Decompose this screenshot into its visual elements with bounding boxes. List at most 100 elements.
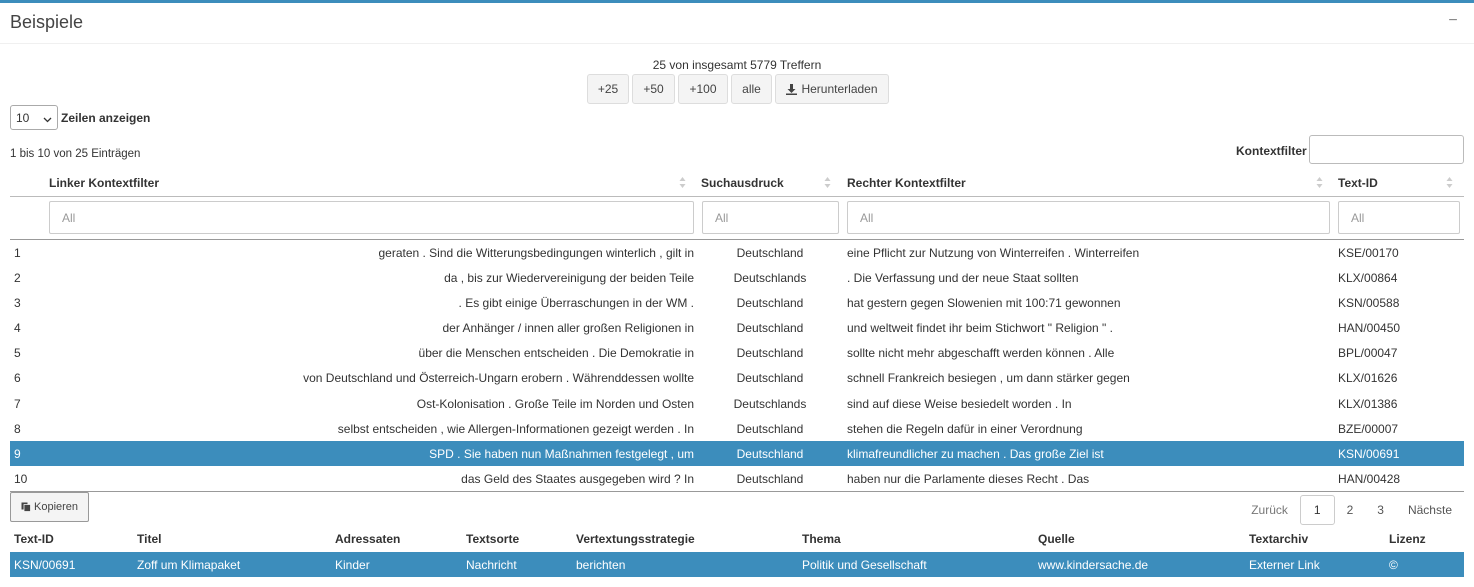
text-id-cell: BPL/00047 — [1338, 346, 1398, 361]
filter-keyword[interactable]: All — [702, 201, 839, 234]
right-context-cell: hat gestern gegen Slowenien mit 100:71 g… — [847, 296, 1121, 311]
left-context-cell: . Es gibt einige Überraschungen in der W… — [458, 296, 694, 311]
table-row[interactable]: 10 das Geld des Staates ausgegeben wird ?… — [10, 466, 1464, 491]
right-context-cell: stehen die Regeln dafür in einer Verordn… — [847, 421, 1083, 436]
meta-text-id: KSN/00691 — [14, 558, 76, 572]
right-context-cell: sind auf diese Weise besiedelt worden . … — [847, 396, 1072, 411]
pagination-page-2[interactable]: 2 — [1335, 495, 1366, 525]
text-id-cell: KLX/01386 — [1338, 396, 1398, 411]
meta-type: Nachricht — [466, 558, 517, 572]
left-context-cell: der Anhänger / innen aller großen Religi… — [442, 321, 694, 336]
filter-text-id[interactable]: All — [1338, 201, 1460, 234]
meta-header-archive: Textarchiv — [1249, 532, 1309, 546]
row-number: 6 — [14, 371, 21, 386]
row-number: 10 — [14, 471, 28, 486]
row-number: 8 — [14, 421, 21, 436]
download-label: Herunterladen — [801, 82, 878, 96]
meta-header-topic: Thema — [802, 532, 841, 546]
header-keyword[interactable]: Suchausdruck — [701, 176, 784, 190]
page-length-select[interactable]: 10 — [10, 105, 58, 130]
sort-icon[interactable] — [679, 175, 686, 190]
meta-title: Zoff um Klimapaket — [137, 558, 241, 572]
examples-panel: Beispiele − 25 von insgesamt 5779 Treffe… — [0, 0, 1474, 587]
meta-archive-link[interactable]: Externer Link — [1249, 558, 1320, 572]
row-number: 2 — [14, 271, 21, 286]
filter-left-context[interactable]: All — [49, 201, 694, 234]
table-row[interactable]: 5 über die Menschen entscheiden . Die Dem… — [10, 340, 1464, 365]
keyword-cell: Deutschland — [736, 246, 804, 260]
meta-header-license: Lizenz — [1389, 532, 1426, 546]
left-context-cell: SPD . Sie haben nun Maßnahmen festgelegt… — [429, 446, 694, 461]
filter-right-context[interactable]: All — [847, 201, 1330, 234]
text-id-cell: HAN/00450 — [1338, 321, 1401, 336]
table-row[interactable]: 4 der Anhänger / innen aller großen Relig… — [10, 315, 1464, 340]
meta-header-text-id: Text-ID — [14, 532, 54, 546]
right-context-cell: eine Pflicht zur Nutzung von Winterreife… — [847, 246, 1140, 260]
meta-header-source: Quelle — [1038, 532, 1075, 546]
keyword-cell: Deutschland — [736, 446, 804, 461]
metadata-row[interactable]: KSN/00691 Zoff um Klimapaket Kinder Nach… — [10, 552, 1464, 577]
load-more-group: +25 +50 +100 alle Herunterladen — [587, 74, 889, 104]
page-length-value: 10 — [16, 110, 30, 125]
sort-icon[interactable] — [1446, 175, 1453, 190]
load-all-button[interactable]: alle — [731, 74, 772, 104]
table-bottom-border — [10, 491, 1464, 492]
text-id-cell: KSE/00170 — [1338, 246, 1399, 260]
copy-button[interactable]: Kopieren — [10, 492, 90, 522]
minus-icon[interactable]: − — [1446, 11, 1460, 31]
copy-icon — [21, 502, 31, 512]
left-context-cell: Ost-Kolonisation . Große Teile im Norden… — [416, 396, 694, 411]
download-button[interactable]: Herunterladen — [775, 74, 889, 104]
text-id-cell: KSN/00588 — [1338, 296, 1400, 311]
keyword-cell: Deutschland — [736, 471, 804, 486]
pagination-next[interactable]: Nächste — [1396, 495, 1464, 525]
right-context-cell: haben nur die Parlamente dieses Recht . … — [847, 471, 1090, 486]
keyword-cell: Deutschland — [736, 296, 804, 311]
keyword-cell: Deutschland — [736, 421, 804, 436]
meta-source-link[interactable]: www.kindersache.de — [1038, 558, 1148, 572]
header-text-id[interactable]: Text-ID — [1338, 176, 1378, 190]
results-table-body: 1 geraten . Sind die Witterungsbedingunge… — [10, 240, 1464, 491]
text-id-cell: KLX/01626 — [1338, 371, 1398, 386]
right-context-cell: und weltweit findet ihr beim Stichwort "… — [847, 321, 1113, 336]
meta-license: © — [1389, 558, 1398, 572]
row-number: 3 — [14, 296, 21, 311]
table-row[interactable]: 7 Ost-Kolonisation . Große Teile im Norde… — [10, 391, 1464, 416]
sort-icon[interactable] — [824, 175, 831, 190]
row-number: 7 — [14, 396, 21, 411]
metadata-header: Text-ID Titel Adressaten Textsorte Verte… — [10, 528, 1464, 550]
keyword-cell: Deutschland — [736, 346, 804, 361]
table-row[interactable]: 6 von Deutschland und Österreich-Ungarn e… — [10, 365, 1464, 390]
hits-summary: 25 von insgesamt 5779 Treffern — [652, 58, 822, 72]
table-row[interactable]: 2 da , bis zur Wiedervereinigung der beid… — [10, 265, 1464, 290]
header-left-context[interactable]: Linker Kontextfilter — [49, 176, 159, 190]
pagination: Zurück 1 2 3 Nächste — [1239, 495, 1464, 525]
load-50-button[interactable]: +50 — [632, 74, 675, 104]
table-row[interactable]: 1 geraten . Sind die Witterungsbedingunge… — [10, 240, 1464, 265]
table-row[interactable]: 8 selbst entscheiden , wie Allergen-Infor… — [10, 416, 1464, 441]
meta-strategy: berichten — [576, 558, 626, 572]
left-context-cell: geraten . Sind die Witterungsbedingungen… — [378, 246, 694, 260]
meta-topic: Politik und Gesellschaft — [802, 558, 927, 572]
keyword-cell: Deutschland — [736, 321, 804, 336]
copy-label: Kopieren — [34, 501, 79, 513]
pagination-prev[interactable]: Zurück — [1239, 495, 1300, 525]
row-number: 1 — [14, 246, 21, 260]
left-context-cell: selbst entscheiden , wie Allergen-Inform… — [337, 421, 694, 436]
row-number: 4 — [14, 321, 21, 336]
context-filter-label: Kontextfilter — [1236, 144, 1307, 158]
right-context-cell: . Die Verfassung und der neue Staat soll… — [847, 271, 1079, 286]
header-right-context[interactable]: Rechter Kontextfilter — [847, 176, 966, 190]
table-row[interactable]: 3 . Es gibt einige Überraschungen in der … — [10, 290, 1464, 315]
meta-header-audience: Adressaten — [335, 532, 401, 546]
sort-icon[interactable] — [1316, 175, 1323, 190]
load-25-button[interactable]: +25 — [587, 74, 629, 104]
meta-header-type: Textsorte — [466, 532, 520, 546]
table-header: Linker Kontextfilter Suchausdruck Rechte… — [10, 170, 1464, 197]
right-context-cell: klimafreundlicher zu machen . Das große … — [847, 446, 1104, 461]
pagination-page-3[interactable]: 3 — [1365, 495, 1396, 525]
context-filter-input[interactable] — [1309, 135, 1464, 164]
table-row[interactable]: 9 SPD . Sie haben nun Maßnahmen festgeleg… — [10, 440, 1464, 466]
load-100-button[interactable]: +100 — [678, 74, 728, 104]
pagination-page-1[interactable]: 1 — [1299, 495, 1335, 525]
